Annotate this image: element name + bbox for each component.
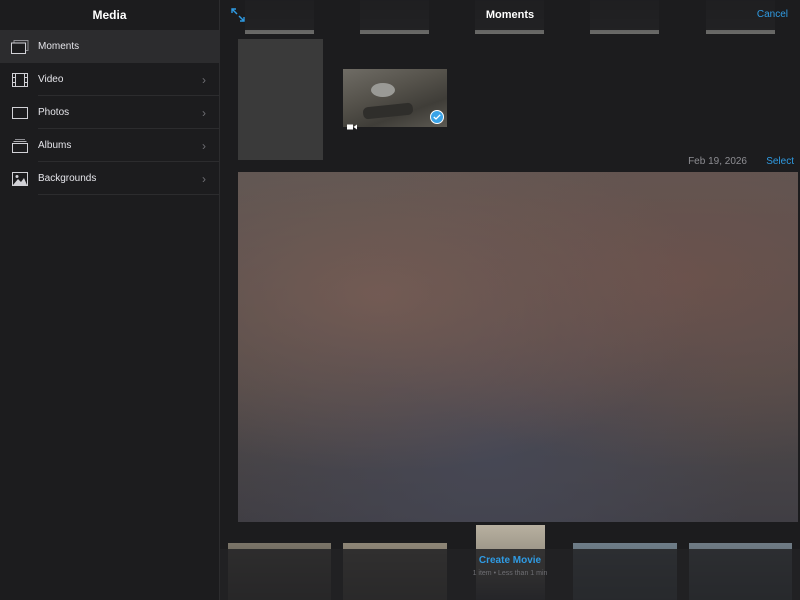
chevron-right-icon: › <box>202 138 206 153</box>
video-thumbnail[interactable] <box>343 69 447 130</box>
chevron-right-icon: › <box>202 105 206 120</box>
sidebar-item-label: Albums <box>38 140 72 151</box>
sidebar-item-label: Video <box>38 74 64 85</box>
sidebar-item-label: Backgrounds <box>38 173 97 184</box>
moments-panel: Moments Cancel Feb 19, 2026 Select Creat… <box>220 0 800 600</box>
selection-summary: 1 item • Less than 1 min <box>472 570 548 577</box>
album-stack-icon <box>6 129 34 162</box>
navigation-bar: Moments Cancel <box>220 0 800 30</box>
video-camera-icon <box>347 117 357 130</box>
checkmark-icon <box>430 110 444 124</box>
moments-icon <box>6 30 34 63</box>
row-divider <box>38 194 219 195</box>
media-sidebar: Media Moments Video › Photos › Albums › <box>0 0 220 600</box>
film-icon <box>6 63 34 96</box>
sidebar-title: Media <box>92 8 127 22</box>
chevron-right-icon: › <box>202 171 206 186</box>
photo-frame-icon <box>6 96 34 129</box>
cancel-button[interactable]: Cancel <box>757 0 788 30</box>
create-movie-button[interactable]: Create Movie <box>220 555 800 567</box>
thumbnail-pipe-detail <box>362 102 414 120</box>
select-button[interactable]: Select <box>766 156 794 167</box>
sidebar-item-photos[interactable]: Photos › <box>0 96 219 129</box>
thumbnail-rock-detail <box>371 83 395 97</box>
sidebar-item-albums[interactable]: Albums › <box>0 129 219 162</box>
moment-date: Feb 19, 2026 <box>688 156 747 167</box>
sidebar-item-video[interactable]: Video › <box>0 63 219 96</box>
sidebar-item-moments[interactable]: Moments <box>0 30 219 63</box>
page-title: Moments <box>485 9 535 21</box>
chevron-right-icon: › <box>202 72 206 87</box>
sidebar-item-label: Moments <box>38 41 80 52</box>
landscape-icon <box>6 162 34 195</box>
photo-thumbnail[interactable] <box>238 39 323 160</box>
sidebar-item-backgrounds[interactable]: Backgrounds › <box>0 162 219 195</box>
photo-thumbnail-large[interactable] <box>238 172 798 522</box>
create-movie-bar: Create Movie 1 item • Less than 1 min <box>220 549 800 600</box>
sidebar-item-label: Photos <box>38 107 70 118</box>
